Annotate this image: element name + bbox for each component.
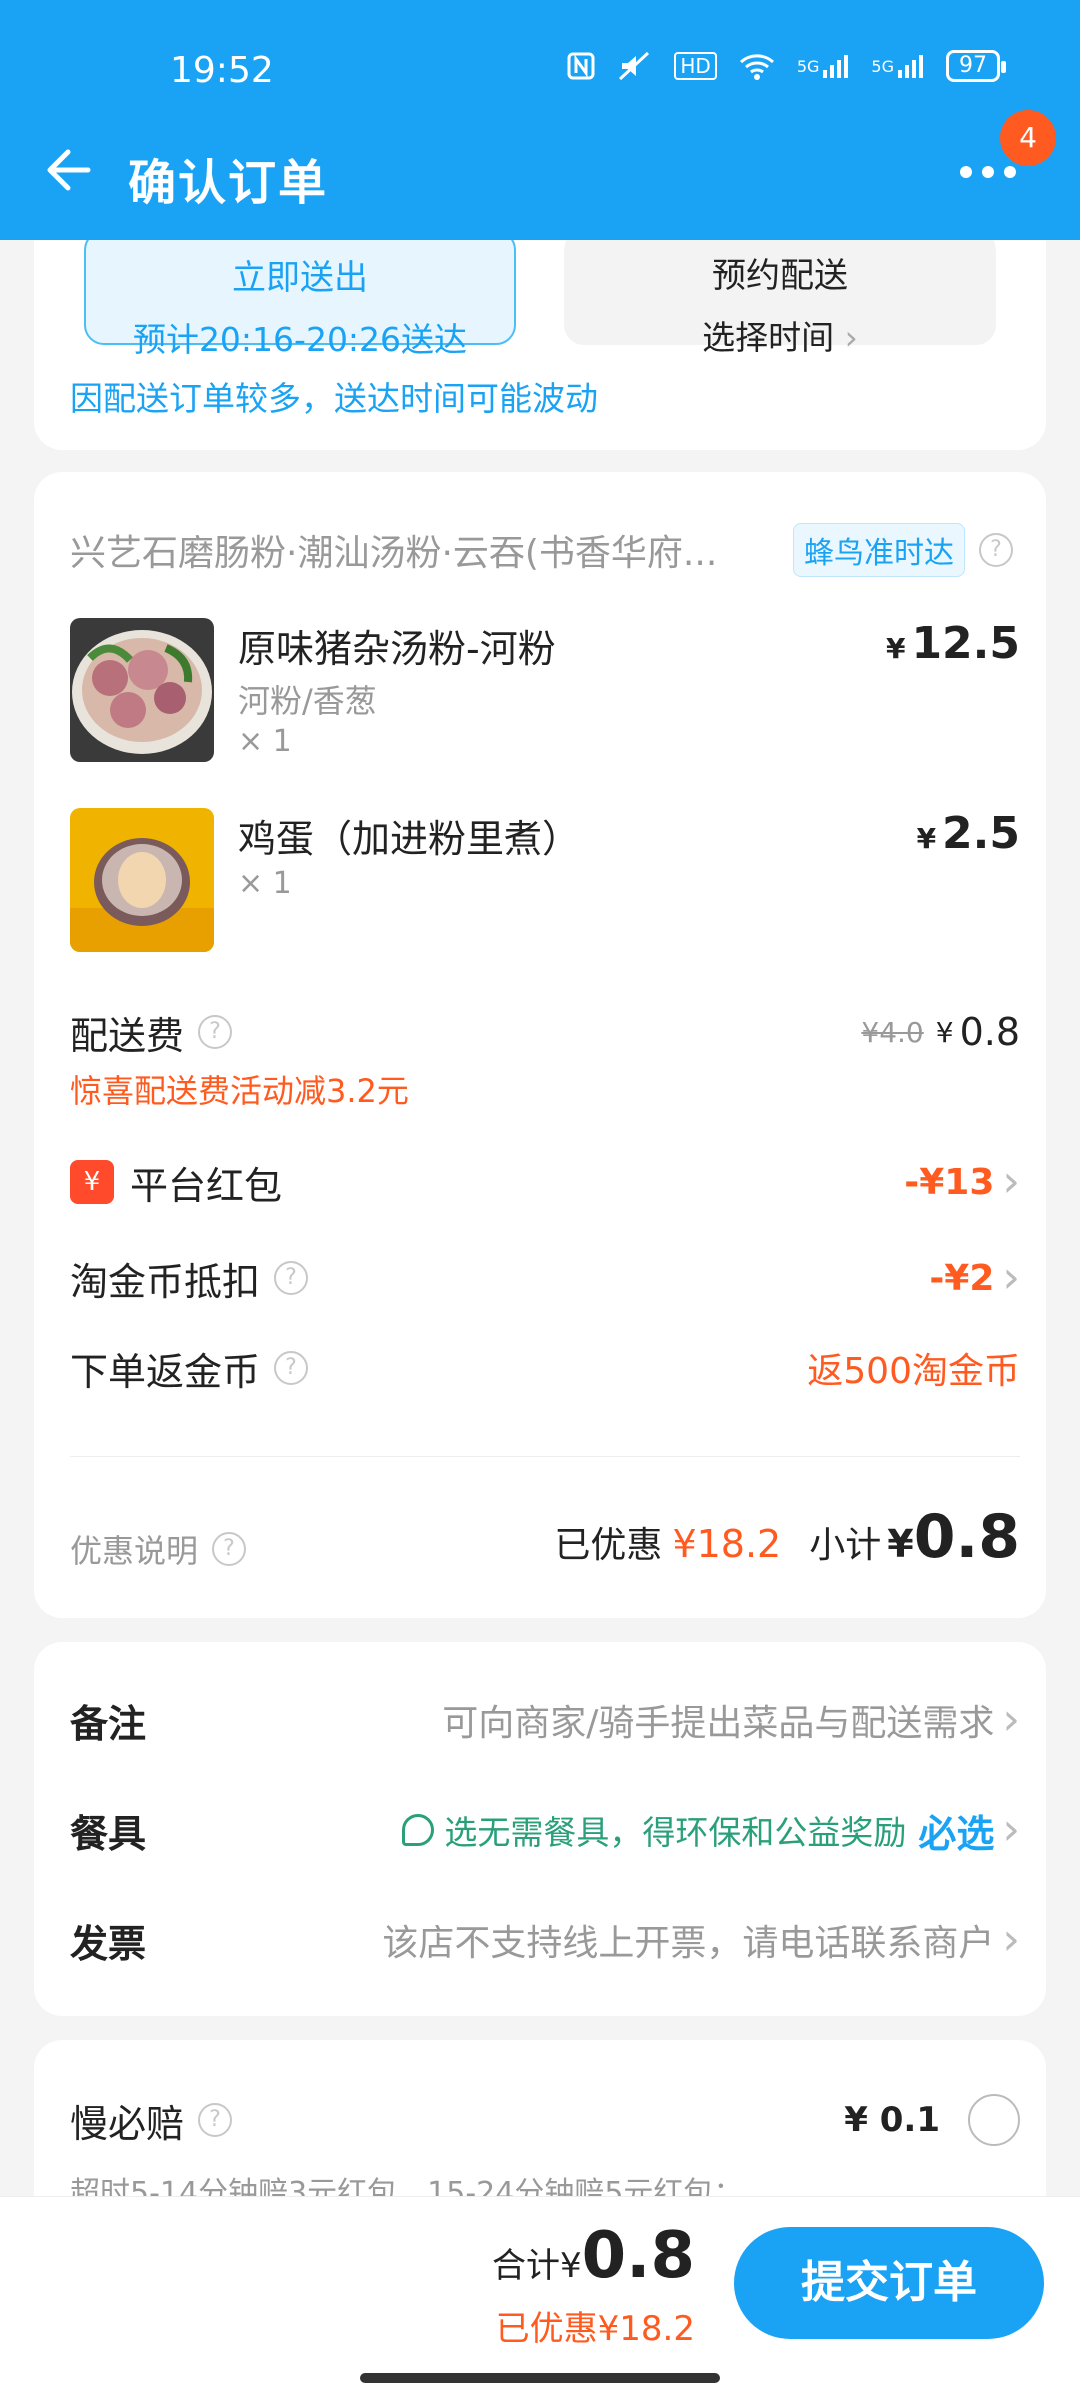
platform-hongbao-value: -¥13 [904, 1161, 995, 1203]
order-summary: 优惠说明 ? 已优惠 ¥18.2 小计 ¥ 0.8 [70, 1492, 1020, 1572]
leaf-icon [402, 1814, 435, 1846]
chevron-right-icon: › [1002, 1914, 1020, 1965]
tableware-hint: 选无需餐具，得环保和公益奖励 [444, 1813, 907, 1852]
invoice-label: 发票 [70, 1921, 147, 1966]
delivery-fee-original: ¥4.0 [861, 1015, 924, 1049]
item-name: 鸡蛋（加进粉里煮） [238, 817, 581, 861]
divider [70, 1456, 1020, 1457]
battery-icon: 97 [946, 50, 1006, 82]
scheduled-delivery-title: 预约配送 [712, 256, 848, 296]
platform-hongbao-row[interactable]: ¥ 平台红包 -¥13 › [70, 1152, 1020, 1212]
tableware-label: 餐具 [70, 1811, 147, 1856]
delivery-delay-note: 因配送订单较多，送达时间可能波动 [70, 379, 598, 418]
help-icon[interactable]: ? [274, 1351, 309, 1385]
discount-explanation-label[interactable]: 优惠说明 [70, 1526, 198, 1572]
notification-badge: 4 [1000, 110, 1056, 166]
item-name: 原味猪杂汤粉-河粉 [238, 627, 556, 671]
late-compensation-price: ¥ 0.1 [844, 2100, 940, 2140]
tableware-required: 必选 [918, 1811, 995, 1856]
nfc-icon [566, 51, 596, 81]
total-currency: ¥ [559, 2246, 582, 2286]
item-quantity: × 1 [238, 866, 292, 901]
help-icon[interactable]: ? [212, 1532, 247, 1566]
remark-placeholder: 可向商家/骑手提出菜品与配送需求 [442, 1703, 995, 1744]
subtotal-value: 0.8 [913, 1502, 1020, 1572]
food-image-noodle-soup [70, 618, 214, 762]
item-price: ¥2.5 [916, 808, 1020, 859]
submit-order-button[interactable]: 提交订单 [734, 2227, 1044, 2339]
app-header: 19:52 HD 5G 5G 97 确认订单 4 [0, 0, 1080, 240]
checkout-bar: 合计¥0.8 已优惠¥18.2 提交订单 [0, 2196, 1080, 2400]
chevron-right-icon: › [1002, 1694, 1020, 1745]
help-icon[interactable]: ? [198, 1015, 233, 1049]
delivery-fee-promo: 惊喜配送费活动减3.2元 [70, 1072, 409, 1110]
help-icon[interactable]: ? [979, 533, 1013, 567]
home-indicator[interactable] [360, 2373, 720, 2383]
tableware-row[interactable]: 餐具 选无需餐具，得环保和公益奖励 必选 › [70, 1800, 1020, 1860]
remark-row[interactable]: 备注 可向商家/骑手提出菜品与配送需求 › [70, 1690, 1020, 1750]
status-bar: 19:52 HD 5G 5G 97 [0, 0, 1080, 140]
late-compensation-radio[interactable] [968, 2094, 1020, 2146]
subtotal-label: 小计 [809, 1525, 882, 1566]
invoice-hint: 该店不支持线上开票，请电话联系商户 [382, 1923, 995, 1964]
item-quantity: × 1 [238, 724, 292, 759]
scheduled-delivery-option[interactable]: 预约配送 选择时间 [564, 230, 996, 357]
chevron-right-icon: › [1002, 1156, 1020, 1207]
total-value: 0.8 [581, 2219, 695, 2293]
back-arrow-icon[interactable] [40, 140, 100, 200]
status-time: 19:52 [170, 50, 274, 91]
return-coins-label: 下单返金币 [70, 1349, 261, 1394]
deliver-now-eta: 预计20:16-20:26送达 [132, 320, 468, 359]
delivery-fee-label: 配送费 [70, 1013, 185, 1058]
more-menu-icon[interactable] [960, 160, 1024, 184]
shop-row[interactable]: 兴艺石磨肠粉·潮汕汤粉·云吞(书香华府... 蜂鸟准时达 ? [70, 520, 1020, 580]
status-icons: HD 5G 5G 97 [566, 50, 1006, 82]
total-label: 合计 [491, 2246, 560, 2286]
saved-label: 已优惠 [554, 1525, 663, 1566]
order-options-card: 备注 可向商家/骑手提出菜品与配送需求 › 餐具 选无需餐具，得环保和公益奖励 … [34, 1642, 1046, 2016]
late-compensation-row: 慢必赔 ? ¥ 0.1 [70, 2090, 1020, 2150]
order-item: 原味猪杂汤粉-河粉 河粉/香葱 × 1 ¥12.5 [70, 618, 1020, 768]
select-time-link: 选择时间 [564, 311, 996, 359]
item-spec: 河粉/香葱 [238, 682, 377, 720]
shop-name: 兴艺石磨肠粉·潮汕汤粉·云吞(书香华府... [70, 533, 718, 574]
total-saved: 已优惠¥18.2 [495, 2309, 695, 2349]
late-compensation-label: 慢必赔 [70, 2101, 185, 2146]
order-card: 兴艺石磨肠粉·潮汕汤粉·云吞(书香华府... 蜂鸟准时达 ? 原味猪杂汤粉-河粉… [34, 472, 1046, 1618]
help-icon[interactable]: ? [198, 2103, 233, 2137]
item-price: ¥12.5 [885, 618, 1020, 669]
order-item: 鸡蛋（加进粉里煮） × 1 ¥2.5 [70, 808, 1020, 958]
delivery-fee-value: ¥4.0 ¥ 0.8 [861, 1010, 1020, 1054]
mute-icon [618, 51, 652, 81]
remark-label: 备注 [70, 1701, 147, 1746]
taojinbi-value: -¥2 [929, 1257, 995, 1299]
taojinbi-row[interactable]: 淘金币抵扣 ? -¥2 › [70, 1248, 1020, 1308]
chevron-right-icon: › [1002, 1804, 1020, 1855]
delivery-fee-row: 配送费 ? ¥4.0 ¥ 0.8 [70, 1002, 1020, 1062]
deliver-now-option[interactable]: 立即送出 预计20:16-20:26送达 [84, 230, 516, 359]
signal-5g-icon-2: 5G [871, 52, 924, 80]
page-title: 确认订单 [128, 155, 329, 211]
food-image-egg [70, 808, 214, 952]
platform-hongbao-label: 平台红包 [130, 1163, 283, 1208]
chevron-right-icon: › [1002, 1252, 1020, 1303]
hongbao-icon: ¥ [70, 1160, 114, 1204]
delivery-service-tag: 蜂鸟准时达 [793, 523, 965, 577]
subtotal-currency: ¥ [887, 1522, 914, 1566]
signal-5g-icon-1: 5G [797, 52, 850, 80]
help-icon[interactable]: ? [274, 1261, 309, 1295]
hd-icon: HD [674, 52, 717, 80]
return-coins-row: 下单返金币 ? 返500淘金币 [70, 1338, 1020, 1398]
taojinbi-label: 淘金币抵扣 [70, 1259, 261, 1304]
deliver-now-title: 立即送出 [232, 258, 368, 298]
order-total: 合计¥0.8 [492, 2219, 695, 2293]
invoice-row[interactable]: 发票 该店不支持线上开票，请电话联系商户 › [70, 1910, 1020, 1970]
saved-value: ¥18.2 [672, 1522, 782, 1566]
return-coins-value: 返500淘金币 [807, 1351, 1020, 1392]
wifi-icon [739, 52, 775, 80]
